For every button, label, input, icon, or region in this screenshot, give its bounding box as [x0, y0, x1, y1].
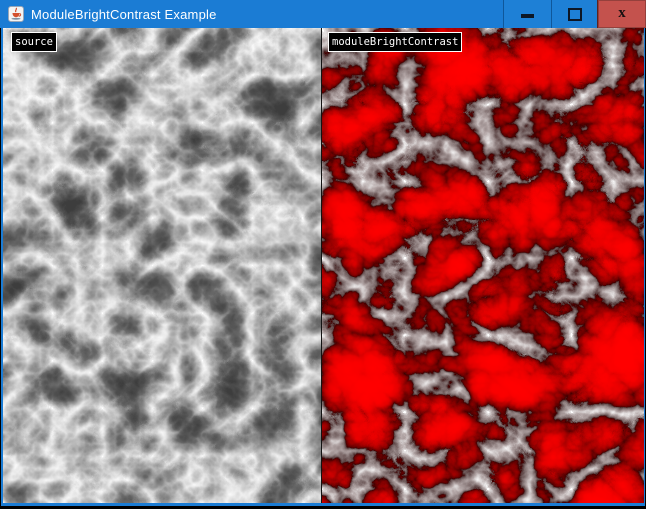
window-controls: x: [503, 0, 646, 28]
java-coffee-cup-icon: [8, 6, 24, 22]
window-title: ModuleBrightContrast Example: [31, 7, 217, 22]
window-border: source: [1, 28, 645, 506]
content-area: source: [3, 28, 644, 503]
processed-label: moduleBrightContrast: [328, 32, 462, 52]
source-panel: source: [3, 28, 321, 503]
minimize-button[interactable]: [503, 0, 551, 28]
processed-panel: moduleBrightContrast: [322, 28, 644, 503]
processed-image: [322, 28, 644, 503]
close-button[interactable]: x: [597, 0, 646, 28]
titlebar[interactable]: ModuleBrightContrast Example x: [0, 0, 646, 28]
app-window: ModuleBrightContrast Example x: [0, 0, 646, 509]
source-image: [3, 28, 321, 503]
minimize-icon: [521, 14, 534, 18]
window-frame: source: [0, 28, 646, 509]
source-label: source: [11, 32, 57, 52]
maximize-icon: [568, 8, 582, 21]
close-icon: x: [618, 6, 626, 21]
maximize-button[interactable]: [551, 0, 597, 28]
